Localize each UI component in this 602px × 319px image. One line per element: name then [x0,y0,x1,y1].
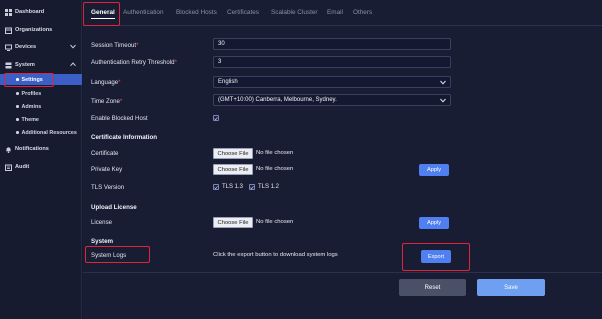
sidebar-item-label: System [15,62,35,68]
session-timeout-input[interactable]: 30 [213,38,451,50]
certificate-choose-file-button[interactable]: Choose File [213,148,253,159]
language-label: Language* [91,79,121,86]
private-key-label: Private Key [91,166,123,173]
sidebar-item-notifications[interactable]: Notifications [0,143,82,155]
bullet-icon [16,78,19,81]
system-section-heading: System [91,238,114,245]
sidebar-item-devices[interactable]: Devices [0,41,82,53]
sidebar-item-profiles[interactable]: Profiles [0,88,82,99]
sidebar-item-label: Dashboard [15,9,45,15]
sidebar-item-label: Additional Resources [21,129,77,136]
tab-blocked-hosts[interactable]: Blocked Hosts [176,9,217,16]
sidebar-item-theme[interactable]: Theme [0,114,82,125]
tls-1-2-checkbox[interactable] [249,184,255,190]
dashboard-icon [4,8,12,16]
bullet-icon [16,131,19,134]
sidebar-item-system[interactable]: System [0,59,82,71]
auth-retry-label: Authentication Retry Threshold* [91,59,177,66]
private-key-file-status: No file chosen [256,166,294,172]
chevron-down-icon [70,44,76,51]
sidebar-item-label: Theme [21,116,39,123]
certificate-section-heading: Certificate Information [91,134,158,141]
time-zone-label: Time Zone* [91,98,123,105]
reset-button[interactable]: Reset [399,279,466,296]
bell-icon [4,146,12,153]
footer-divider [83,272,602,273]
tab-authentication[interactable]: Authentication [123,9,164,16]
system-logs-description: Click the export button to download syst… [213,252,338,258]
tls-1-2-label: TLS 1.2 [258,184,280,190]
sidebar-item-settings[interactable]: Settings [0,74,82,85]
language-select[interactable]: English [213,76,451,88]
system-icon [4,62,12,69]
tab-others[interactable]: Others [353,9,372,16]
bullet-icon [16,118,19,121]
sidebar-item-label: Notifications [15,146,49,152]
apply-certificate-button[interactable]: Apply [419,164,449,176]
sidebar-item-organizations[interactable]: Organizations [0,24,82,36]
upload-license-section-heading: Upload License [91,204,137,211]
check-icon [214,116,218,120]
tab-general[interactable]: General [91,9,115,19]
sidebar-item-label: Devices [15,44,37,50]
save-button[interactable]: Save [477,279,545,296]
check-icon [214,185,218,189]
license-label: License [91,219,113,226]
enable-blocked-host-label: Enable Blocked Host [91,115,148,122]
bullet-icon [16,105,19,108]
tab-bar: General Authentication Blocked Hosts Cer… [83,0,602,26]
main-panel: General Authentication Blocked Hosts Cer… [83,0,602,319]
sidebar-item-label: Profiles [21,90,42,97]
time-zone-select[interactable]: (GMT+10:00) Canberra, Melbourne, Sydney. [213,94,451,106]
sidebar-item-label: Admins [21,103,42,110]
chevron-down-icon [440,80,446,87]
sidebar-item-label: Organizations [15,27,53,33]
sidebar-item-audit[interactable]: Audit [0,161,82,173]
license-choose-file-button[interactable]: Choose File [213,217,253,228]
tab-email[interactable]: Email [327,9,343,16]
sidebar-item-label: Settings [21,76,43,83]
devices-icon [4,44,12,51]
tls-1-3-label: TLS 1.3 [222,184,244,190]
auth-retry-input[interactable]: 3 [213,56,451,68]
certificate-label: Certificate [91,150,119,157]
sidebar-item-dashboard[interactable]: Dashboard [0,6,82,18]
chevron-up-icon [70,62,76,69]
enable-blocked-host-checkbox[interactable] [213,115,219,121]
audit-icon [4,164,12,171]
check-icon [250,185,254,189]
tls-1-3-checkbox[interactable] [213,184,219,190]
bullet-icon [16,92,19,95]
license-file-status: No file chosen [256,219,294,225]
organizations-icon [4,27,12,34]
certificate-file-status: No file chosen [256,150,294,156]
apply-license-button[interactable]: Apply [419,217,449,229]
export-button[interactable]: Export [421,250,451,263]
private-key-choose-file-button[interactable]: Choose File [213,164,253,175]
sidebar-item-admins[interactable]: Admins [0,101,82,112]
system-logs-label: System Logs [91,252,127,259]
tab-certificates[interactable]: Certificates [227,9,259,16]
tls-version-label: TLS Version [91,184,125,191]
sidebar: Dashboard Organizations Devices System S… [0,0,82,319]
sidebar-item-label: Audit [15,164,30,170]
chevron-down-icon [440,98,446,105]
sidebar-item-additional-resources[interactable]: Additional Resources [0,127,82,138]
tab-scalable-cluster[interactable]: Scalable Cluster [271,9,318,16]
session-timeout-label: Session Timeout* [91,42,139,49]
